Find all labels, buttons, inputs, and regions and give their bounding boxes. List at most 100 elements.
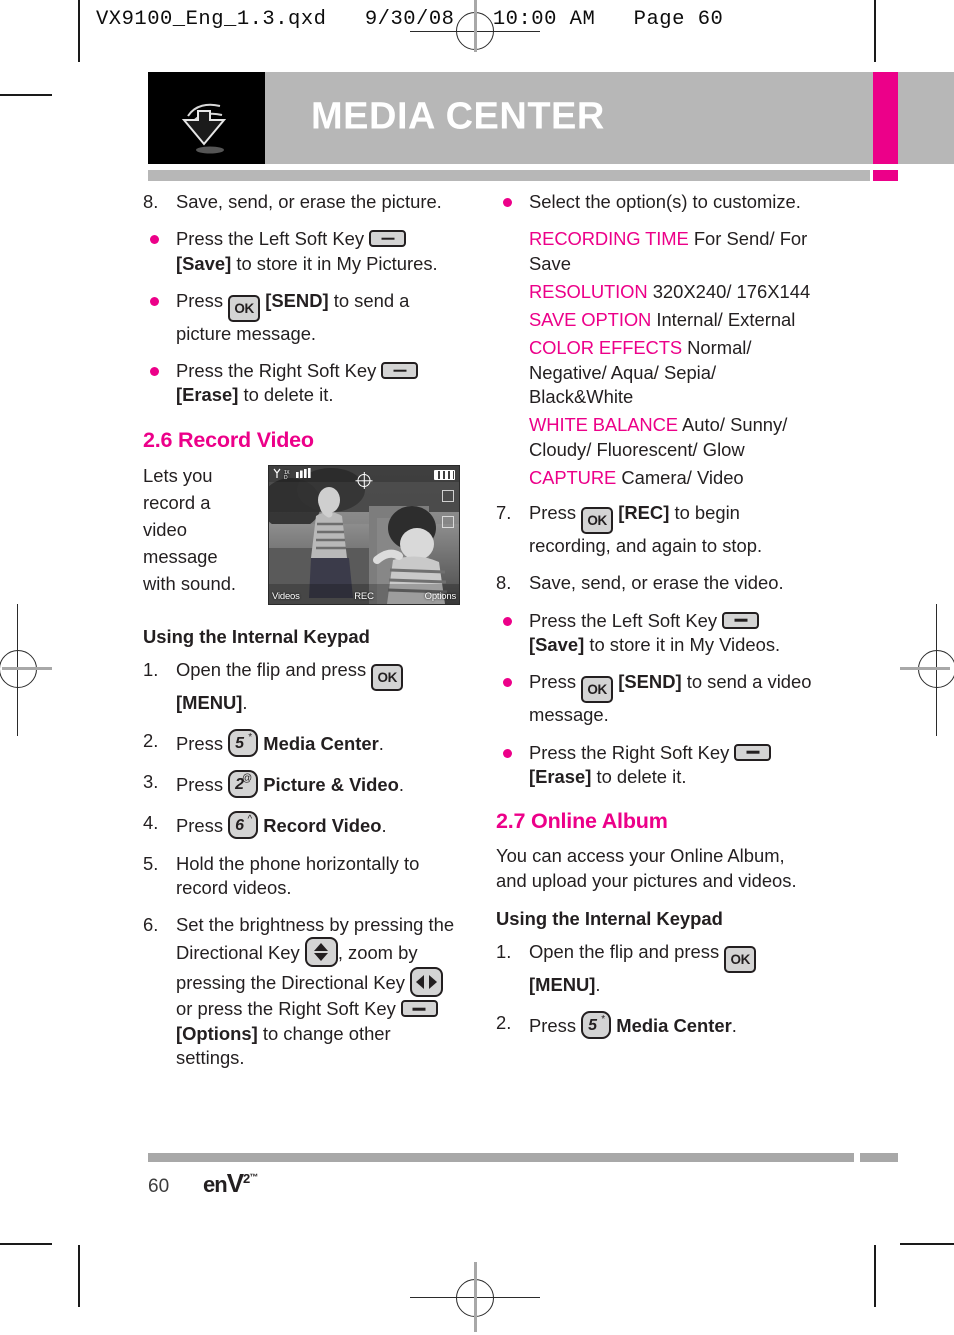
step-text-pre: Open the flip and press bbox=[529, 941, 720, 963]
step-text-bold: [REC] bbox=[618, 502, 670, 524]
directional-key-horizontal-icon bbox=[410, 967, 444, 998]
list-marker: 8. bbox=[496, 572, 512, 594]
directional-key-vertical-icon bbox=[304, 937, 338, 968]
list-item: Press the Left Soft Key [Save] to store … bbox=[143, 227, 460, 276]
bullet-text-pre: Press the Right Soft Key bbox=[529, 741, 730, 763]
bullet-text-bold: [Save] bbox=[176, 252, 232, 274]
page-number: 60 bbox=[148, 1176, 170, 1197]
cropmark-left-top-horizontal bbox=[0, 94, 52, 96]
bullet-text-pre: Press bbox=[176, 289, 224, 311]
logo-text-v: V bbox=[226, 1168, 244, 1198]
cropmark-right-bottom-horizontal bbox=[900, 1243, 954, 1245]
soft-key-icon bbox=[400, 1000, 438, 1018]
ok-key-icon: OK bbox=[581, 507, 614, 535]
bullet-dot-icon bbox=[503, 678, 512, 688]
list-item: Select the option(s) to customize. bbox=[496, 190, 813, 214]
number-key-6-icon: 6 ^ bbox=[228, 810, 259, 839]
signal-status-icon: 1X D bbox=[272, 468, 324, 483]
footer-rule-tab bbox=[860, 1153, 898, 1162]
bullet-text-post: to store it in My Videos. bbox=[589, 633, 781, 655]
record-video-screenshot: 1X D Videos REC Options bbox=[268, 465, 460, 606]
number-key-5-icon: 5 * bbox=[581, 1010, 612, 1039]
step-text-bold: Media Center bbox=[263, 732, 379, 754]
softkey-label-center: REC bbox=[354, 590, 374, 602]
option-row: SAVE OPTION Internal/ External bbox=[529, 308, 813, 332]
step-text-mid2: or press the Right Soft Key bbox=[176, 998, 396, 1020]
list-marker: 2. bbox=[143, 729, 159, 751]
product-logo: enV2™ bbox=[203, 1168, 258, 1199]
list-item: Press OK [SEND] to send a video message. bbox=[496, 670, 813, 727]
cropmark-top-left-vertical bbox=[78, 0, 80, 62]
cropmark-bottom-left-vertical bbox=[78, 1245, 80, 1307]
battery-icon bbox=[434, 470, 455, 481]
arrow-left-icon bbox=[416, 975, 425, 990]
step-text-post: . bbox=[398, 773, 404, 795]
bullet-text-bold: [Save] bbox=[529, 633, 585, 655]
resolution-indicator-icon bbox=[442, 516, 454, 529]
registration-mark-bottom-gray-bar bbox=[474, 1262, 477, 1332]
list-text: Save, send, or erase the picture. bbox=[176, 191, 442, 212]
subheading-internal-keypad: Using the Internal Keypad bbox=[496, 908, 723, 929]
bullet-text-post: to delete it. bbox=[243, 384, 334, 406]
download-arrow-icon bbox=[148, 72, 265, 164]
bullet-dot-icon bbox=[503, 616, 512, 626]
step-text-post: . bbox=[378, 732, 384, 754]
list-item: Press the Left Soft Key [Save] to store … bbox=[496, 609, 813, 658]
cropmark-bottom-right-vertical bbox=[874, 1245, 876, 1307]
list-text: Save, send, or erase the video. bbox=[529, 572, 784, 594]
list-item: 5. Hold the phone horizontally to record… bbox=[143, 852, 460, 901]
step-text-bold: Record Video bbox=[263, 814, 382, 836]
list-item: 3. Press 2 @ Picture & Video. bbox=[143, 769, 460, 798]
list-item: Press OK [SEND] to send a picture messag… bbox=[143, 289, 460, 346]
list-item: Press the Right Soft Key [Erase] to dele… bbox=[496, 741, 813, 790]
number-key-digit: 6 bbox=[235, 816, 245, 834]
step-text-pre: Press bbox=[529, 502, 577, 524]
bullet-dot-icon bbox=[150, 296, 159, 306]
running-head: VX9100_Eng_1.3.qxd 9/30/08 10:00 AM Page… bbox=[96, 8, 724, 31]
arrow-right-icon bbox=[429, 975, 438, 990]
list-item: 2. Press 5 * Media Center. bbox=[143, 728, 460, 757]
bullet-text-bold: [SEND] bbox=[618, 671, 682, 693]
option-value: Internal/ External bbox=[656, 309, 796, 331]
softkey-label-right: Options bbox=[424, 590, 457, 602]
section-heading-online-album: 2.7 Online Album bbox=[496, 809, 668, 834]
step-text-bold: Media Center bbox=[616, 1014, 732, 1036]
number-key-digit: 5 bbox=[235, 734, 245, 752]
list-marker: 2. bbox=[496, 1011, 512, 1033]
option-key: RESOLUTION bbox=[529, 280, 648, 302]
bullet-dot-icon bbox=[150, 367, 159, 377]
cropmark-left-bottom-horizontal bbox=[0, 1243, 52, 1245]
step-text-post: . bbox=[731, 1014, 737, 1036]
bullet-text-pre: Press bbox=[529, 671, 577, 693]
logo-text-en: en bbox=[203, 1172, 228, 1197]
arrow-up-icon bbox=[314, 943, 329, 952]
bullet-dot-icon bbox=[503, 748, 512, 758]
soft-key-icon bbox=[369, 230, 407, 248]
list-marker: 1. bbox=[496, 941, 512, 963]
list-marker: 7. bbox=[496, 502, 512, 524]
number-key-superscript: ^ bbox=[247, 813, 253, 825]
section-lead-text: You can access your Online Album, and up… bbox=[496, 845, 797, 891]
step-text-pre: Press bbox=[176, 814, 224, 836]
step-text-post: . bbox=[242, 692, 248, 714]
step-text-post: . bbox=[381, 814, 387, 836]
list-item: 8. Save, send, or erase the picture. bbox=[143, 190, 460, 214]
footer-rule bbox=[148, 1153, 854, 1162]
ok-key-icon: OK bbox=[371, 664, 404, 692]
section-lead-text: Lets you record a video message with sou… bbox=[143, 465, 237, 594]
step-text-pre: Open the flip and press bbox=[176, 659, 367, 681]
option-row: RECORDING TIME For Send/ For Save bbox=[529, 227, 813, 276]
number-key-superscript: @ bbox=[241, 772, 253, 784]
number-key-superscript: * bbox=[248, 731, 253, 743]
step-text-post: . bbox=[595, 974, 601, 996]
header-rule-magenta bbox=[873, 170, 898, 181]
registration-mark-right-gray-bar bbox=[900, 667, 950, 670]
option-key: COLOR EFFECTS bbox=[529, 337, 682, 359]
number-key-superscript: * bbox=[601, 1013, 606, 1025]
step-text-pre: Press bbox=[529, 1014, 577, 1036]
subheading-internal-keypad: Using the Internal Keypad bbox=[143, 626, 370, 648]
page-title: MEDIA CENTER bbox=[311, 95, 605, 138]
option-value: 320X240/ 176X144 bbox=[652, 280, 811, 302]
option-row: CAPTURE Camera/ Video bbox=[529, 466, 813, 490]
cropmark-top-right-vertical bbox=[874, 0, 876, 62]
